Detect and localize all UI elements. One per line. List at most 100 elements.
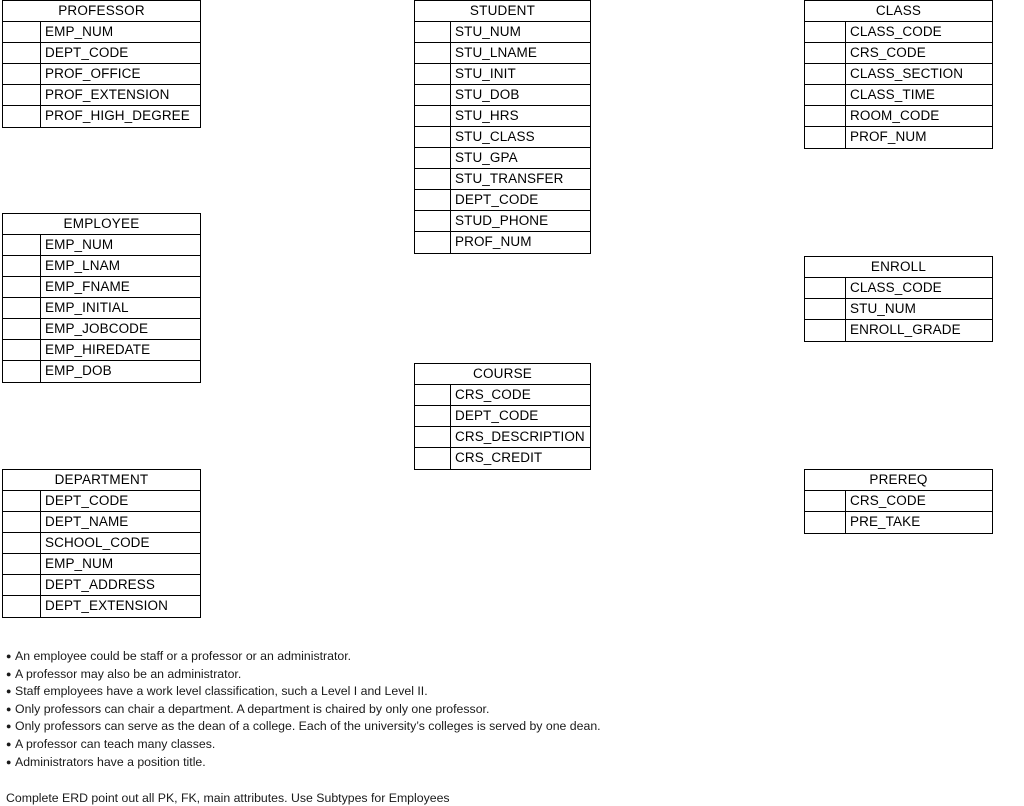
attribute-key-marker bbox=[415, 211, 451, 231]
attribute-name: DEPT_EXTENSION bbox=[45, 598, 168, 613]
attribute-row[interactable]: PROF_HIGH_DEGREE bbox=[3, 106, 200, 127]
attribute-row[interactable]: STU_TRANSFER bbox=[415, 169, 590, 190]
entity-table-course[interactable]: COURSE CRS_CODE DEPT_CODE CRS_DESCRIPTION CR… bbox=[414, 363, 591, 470]
attribute-key-marker bbox=[805, 43, 846, 63]
attribute-row[interactable]: STU_LNAME bbox=[415, 43, 590, 64]
business-rule-text: Staff employees have a work level classi… bbox=[15, 684, 428, 699]
attribute-key-marker bbox=[415, 22, 451, 42]
attribute-row[interactable]: ROOM_CODE bbox=[805, 106, 992, 127]
attribute-key-marker bbox=[805, 299, 846, 319]
attribute-key-marker bbox=[805, 22, 846, 42]
attribute-key-marker bbox=[805, 64, 846, 84]
attribute-row[interactable]: STU_HRS bbox=[415, 106, 590, 127]
attribute-row[interactable]: DEPT_EXTENSION bbox=[3, 596, 200, 617]
entity-table-prereq[interactable]: PREREQ CRS_CODE PRE_TAKE bbox=[804, 469, 993, 534]
attribute-key-marker bbox=[415, 127, 451, 147]
attribute-row[interactable]: DEPT_CODE bbox=[3, 43, 200, 64]
attribute-row[interactable]: STUD_PHONE bbox=[415, 211, 590, 232]
attribute-key-marker bbox=[805, 106, 846, 126]
attribute-row[interactable]: PROF_NUM bbox=[415, 232, 590, 253]
attribute-row[interactable]: STU_INIT bbox=[415, 64, 590, 85]
business-rule-text: Only professors can serve as the dean of… bbox=[15, 719, 601, 734]
attribute-name: DEPT_CODE bbox=[45, 45, 129, 60]
entity-table-student[interactable]: STUDENT STU_NUM STU_LNAME STU_INIT STU_DOB ST… bbox=[414, 0, 591, 254]
attribute-name: STU_HRS bbox=[455, 108, 519, 123]
attribute-row[interactable]: EMP_HIREDATE bbox=[3, 340, 200, 361]
attribute-row[interactable]: STU_NUM bbox=[805, 299, 992, 320]
business-rule-item: ● Only professors can serve as the dean o… bbox=[6, 718, 706, 736]
attribute-row[interactable]: STU_NUM bbox=[415, 22, 590, 43]
entity-table-employee[interactable]: EMPLOYEE EMP_NUM EMP_LNAM EMP_FNAME EMP_INIT… bbox=[2, 213, 201, 383]
attribute-name: DEPT_CODE bbox=[45, 493, 129, 508]
entity-title-student: STUDENT bbox=[415, 1, 590, 22]
attribute-row[interactable]: CLASS_CODE bbox=[805, 22, 992, 43]
entity-table-enroll[interactable]: ENROLL CLASS_CODE STU_NUM ENROLL_GRADE bbox=[804, 256, 993, 342]
attribute-name: EMP_HIREDATE bbox=[45, 342, 151, 357]
attribute-name: CRS_CODE bbox=[850, 493, 926, 508]
bullet-icon: ● bbox=[6, 651, 12, 661]
entity-title-course: COURSE bbox=[415, 364, 590, 385]
attribute-row[interactable]: PROF_NUM bbox=[805, 127, 992, 148]
attribute-row[interactable]: SCHOOL_CODE bbox=[3, 533, 200, 554]
attribute-row[interactable]: PRE_TAKE bbox=[805, 512, 992, 533]
attribute-key-marker bbox=[3, 319, 41, 339]
attribute-row[interactable]: CLASS_TIME bbox=[805, 85, 992, 106]
attribute-key-marker bbox=[805, 127, 846, 148]
attribute-key-marker bbox=[415, 232, 451, 253]
attribute-name: ROOM_CODE bbox=[850, 108, 940, 123]
bullet-icon: ● bbox=[6, 738, 12, 749]
attribute-row[interactable]: DEPT_CODE bbox=[415, 406, 590, 427]
attribute-row[interactable]: DEPT_CODE bbox=[415, 190, 590, 211]
attribute-name: PROF_OFFICE bbox=[45, 66, 141, 81]
attribute-row[interactable]: EMP_NUM bbox=[3, 554, 200, 575]
attribute-name: EMP_LNAM bbox=[45, 258, 121, 273]
attribute-row[interactable]: CLASS_CODE bbox=[805, 278, 992, 299]
attribute-row[interactable]: STU_DOB bbox=[415, 85, 590, 106]
attribute-row[interactable]: PROF_EXTENSION bbox=[3, 85, 200, 106]
attribute-key-marker bbox=[3, 22, 41, 42]
attribute-key-marker bbox=[805, 85, 846, 105]
attribute-row[interactable]: EMP_JOBCODE bbox=[3, 319, 200, 340]
attribute-key-marker bbox=[415, 64, 451, 84]
attribute-key-marker bbox=[3, 256, 41, 276]
task-instruction-line: Complete ERD point out all PK, FK, main … bbox=[6, 791, 450, 805]
attribute-name: EMP_JOBCODE bbox=[45, 321, 149, 336]
attribute-key-marker bbox=[805, 512, 846, 533]
attribute-row[interactable]: EMP_INITIAL bbox=[3, 298, 200, 319]
attribute-row[interactable]: DEPT_CODE bbox=[3, 491, 200, 512]
attribute-row[interactable]: DEPT_ADDRESS bbox=[3, 575, 200, 596]
attribute-key-marker bbox=[415, 106, 451, 126]
attribute-key-marker bbox=[3, 43, 41, 63]
attribute-row[interactable]: CRS_CODE bbox=[415, 385, 590, 406]
entity-table-department[interactable]: DEPARTMENT DEPT_CODE DEPT_NAME SCHOOL_CODE E… bbox=[2, 469, 201, 618]
entity-table-class[interactable]: CLASS CLASS_CODE CRS_CODE CLASS_SECTION CLAS… bbox=[804, 0, 993, 149]
attribute-name: EMP_INITIAL bbox=[45, 300, 129, 315]
attribute-name: STUD_PHONE bbox=[455, 213, 549, 228]
attribute-row[interactable]: EMP_NUM bbox=[3, 22, 200, 43]
business-rule-text: A professor can teach many classes. bbox=[15, 736, 216, 751]
attribute-name: EMP_FNAME bbox=[45, 279, 130, 294]
attribute-row[interactable]: CRS_CODE bbox=[805, 491, 992, 512]
attribute-row[interactable]: STU_CLASS bbox=[415, 127, 590, 148]
entity-table-professor[interactable]: PROFESSOR EMP_NUM DEPT_CODE PROF_OFFICE PROF… bbox=[2, 0, 201, 128]
entity-title-department: DEPARTMENT bbox=[3, 470, 200, 491]
business-rule-item: ● Staff employees have a work level class… bbox=[6, 683, 706, 701]
attribute-name: CLASS_CODE bbox=[850, 24, 942, 39]
attribute-row[interactable]: EMP_NUM bbox=[3, 235, 200, 256]
bullet-icon: ● bbox=[6, 703, 12, 714]
attribute-row[interactable]: STU_GPA bbox=[415, 148, 590, 169]
attribute-row[interactable]: DEPT_NAME bbox=[3, 512, 200, 533]
attribute-row[interactable]: ENROLL_GRADE bbox=[805, 320, 992, 341]
attribute-name: CLASS_TIME bbox=[850, 87, 936, 102]
attribute-row[interactable]: EMP_DOB bbox=[3, 361, 200, 382]
attribute-row[interactable]: EMP_FNAME bbox=[3, 277, 200, 298]
attribute-row[interactable]: CLASS_SECTION bbox=[805, 64, 992, 85]
entity-title-employee: EMPLOYEE bbox=[3, 214, 200, 235]
attribute-row[interactable]: CRS_DESCRIPTION bbox=[415, 427, 590, 448]
attribute-row[interactable]: CRS_CODE bbox=[805, 43, 992, 64]
attribute-name: DEPT_ADDRESS bbox=[45, 577, 155, 592]
attribute-row[interactable]: EMP_LNAM bbox=[3, 256, 200, 277]
bullet-icon: ● bbox=[6, 668, 12, 679]
attribute-row[interactable]: PROF_OFFICE bbox=[3, 64, 200, 85]
attribute-row[interactable]: CRS_CREDIT bbox=[415, 448, 590, 469]
